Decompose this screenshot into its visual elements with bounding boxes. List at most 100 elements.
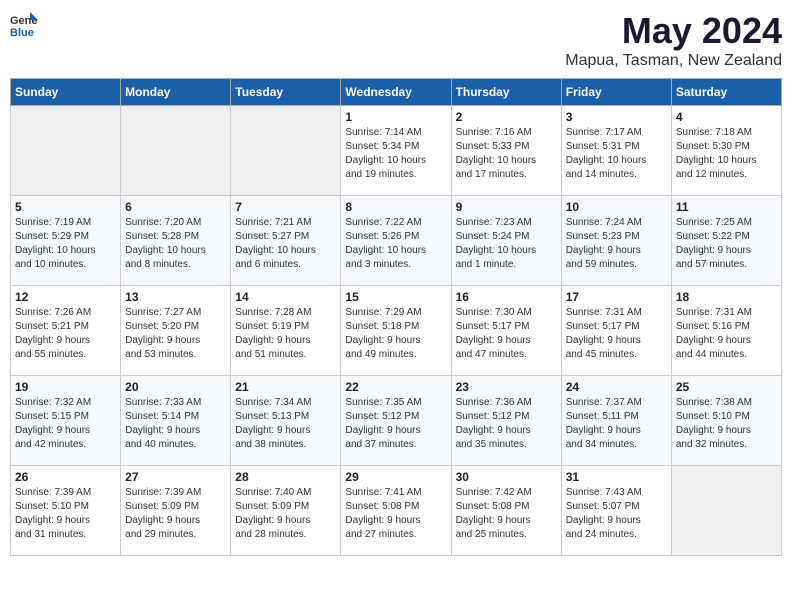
day-info: Sunrise: 7:31 AM Sunset: 5:17 PM Dayligh… [566,306,667,362]
day-number: 17 [566,290,667,304]
svg-text:Blue: Blue [10,27,34,38]
day-info: Sunrise: 7:17 AM Sunset: 5:31 PM Dayligh… [566,126,667,182]
calendar-week-row: 12 Sunrise: 7:26 AM Sunset: 5:21 PM Dayli… [11,286,782,376]
day-number: 26 [15,470,116,484]
calendar-day-cell: 19Sunrise: 7:32 AM Sunset: 5:15 PM Dayli… [11,376,121,466]
calendar-day-cell: 30Sunrise: 7:42 AM Sunset: 5:08 PM Dayli… [451,466,561,556]
calendar-week-row: 1Sunrise: 7:14 AM Sunset: 5:34 PM Daylig… [11,106,782,196]
calendar-day-cell: 23Sunrise: 7:36 AM Sunset: 5:12 PM Dayli… [451,376,561,466]
calendar-day-cell: 5 Sunrise: 7:19 AM Sunset: 5:29 PM Daylig… [11,196,121,286]
day-info: Sunrise: 7:20 AM Sunset: 5:28 PM Dayligh… [125,216,226,272]
day-number: 6 [125,200,226,214]
day-number: 9 [456,200,557,214]
day-number: 12 [15,290,116,304]
day-info: Sunrise: 7:43 AM Sunset: 5:07 PM Dayligh… [566,486,667,542]
calendar-body: 1Sunrise: 7:14 AM Sunset: 5:34 PM Daylig… [11,106,782,556]
day-info: Sunrise: 7:25 AM Sunset: 5:22 PM Dayligh… [676,216,777,272]
day-number: 5 [15,200,116,214]
day-number: 24 [566,380,667,394]
title-area: May 2024 Mapua, Tasman, New Zealand [565,10,782,70]
calendar-day-cell [121,106,231,196]
day-info: Sunrise: 7:41 AM Sunset: 5:08 PM Dayligh… [345,486,446,542]
day-info: Sunrise: 7:16 AM Sunset: 5:33 PM Dayligh… [456,126,557,182]
day-info: Sunrise: 7:19 AM Sunset: 5:29 PM Dayligh… [15,216,116,272]
calendar-day-cell [11,106,121,196]
calendar-day-cell: 6 Sunrise: 7:20 AM Sunset: 5:28 PM Daylig… [121,196,231,286]
day-number: 15 [345,290,446,304]
day-number: 10 [566,200,667,214]
calendar-day-cell: 16 Sunrise: 7:30 AM Sunset: 5:17 PM Dayli… [451,286,561,376]
calendar-day-cell: 12 Sunrise: 7:26 AM Sunset: 5:21 PM Dayli… [11,286,121,376]
day-number: 11 [676,200,777,214]
calendar-day-cell [231,106,341,196]
calendar-day-cell: 18 Sunrise: 7:31 AM Sunset: 5:16 PM Dayli… [671,286,781,376]
day-info: Sunrise: 7:22 AM Sunset: 5:26 PM Dayligh… [345,216,446,272]
day-info: Sunrise: 7:29 AM Sunset: 5:18 PM Dayligh… [345,306,446,362]
day-number: 21 [235,380,336,394]
day-info: Sunrise: 7:24 AM Sunset: 5:23 PM Dayligh… [566,216,667,272]
day-number: 28 [235,470,336,484]
weekday-header-cell: Tuesday [231,79,341,106]
calendar-day-cell: 7 Sunrise: 7:21 AM Sunset: 5:27 PM Daylig… [231,196,341,286]
day-info: Sunrise: 7:38 AM Sunset: 5:10 PM Dayligh… [676,396,777,452]
day-info: Sunrise: 7:35 AM Sunset: 5:12 PM Dayligh… [345,396,446,452]
day-number: 20 [125,380,226,394]
day-number: 4 [676,110,777,124]
calendar-week-row: 26Sunrise: 7:39 AM Sunset: 5:10 PM Dayli… [11,466,782,556]
calendar-day-cell: 10 Sunrise: 7:24 AM Sunset: 5:23 PM Dayli… [561,196,671,286]
calendar-day-cell: 20 Sunrise: 7:33 AM Sunset: 5:14 PM Dayli… [121,376,231,466]
calendar-day-cell: 14 Sunrise: 7:28 AM Sunset: 5:19 PM Dayli… [231,286,341,376]
day-info: Sunrise: 7:18 AM Sunset: 5:30 PM Dayligh… [676,126,777,182]
day-info: Sunrise: 7:26 AM Sunset: 5:21 PM Dayligh… [15,306,116,362]
logo: General Blue [10,10,38,38]
day-number: 7 [235,200,336,214]
calendar-table: SundayMondayTuesdayWednesdayThursdayFrid… [10,78,782,556]
day-number: 16 [456,290,557,304]
day-number: 22 [345,380,446,394]
calendar-week-row: 19Sunrise: 7:32 AM Sunset: 5:15 PM Dayli… [11,376,782,466]
calendar-day-cell: 4 Sunrise: 7:18 AM Sunset: 5:30 PM Daylig… [671,106,781,196]
calendar-day-cell: 22 Sunrise: 7:35 AM Sunset: 5:12 PM Dayli… [341,376,451,466]
weekday-header-row: SundayMondayTuesdayWednesdayThursdayFrid… [11,79,782,106]
day-info: Sunrise: 7:23 AM Sunset: 5:24 PM Dayligh… [456,216,557,272]
calendar-day-cell: 24 Sunrise: 7:37 AM Sunset: 5:11 PM Dayli… [561,376,671,466]
day-info: Sunrise: 7:27 AM Sunset: 5:20 PM Dayligh… [125,306,226,362]
weekday-header-cell: Sunday [11,79,121,106]
logo-icon: General Blue [10,10,38,38]
day-number: 23 [456,380,557,394]
calendar-day-cell: 28 Sunrise: 7:40 AM Sunset: 5:09 PM Dayli… [231,466,341,556]
day-number: 14 [235,290,336,304]
calendar-day-cell: 27Sunrise: 7:39 AM Sunset: 5:09 PM Dayli… [121,466,231,556]
day-number: 30 [456,470,557,484]
day-info: Sunrise: 7:40 AM Sunset: 5:09 PM Dayligh… [235,486,336,542]
day-number: 31 [566,470,667,484]
day-number: 3 [566,110,667,124]
day-number: 2 [456,110,557,124]
day-info: Sunrise: 7:28 AM Sunset: 5:19 PM Dayligh… [235,306,336,362]
day-info: Sunrise: 7:31 AM Sunset: 5:16 PM Dayligh… [676,306,777,362]
weekday-header-cell: Friday [561,79,671,106]
calendar-day-cell: 25 Sunrise: 7:38 AM Sunset: 5:10 PM Dayli… [671,376,781,466]
calendar-day-cell: 3 Sunrise: 7:17 AM Sunset: 5:31 PM Daylig… [561,106,671,196]
day-number: 25 [676,380,777,394]
day-info: Sunrise: 7:30 AM Sunset: 5:17 PM Dayligh… [456,306,557,362]
calendar-day-cell: 17 Sunrise: 7:31 AM Sunset: 5:17 PM Dayli… [561,286,671,376]
calendar-day-cell: 9 Sunrise: 7:23 AM Sunset: 5:24 PM Daylig… [451,196,561,286]
day-info: Sunrise: 7:37 AM Sunset: 5:11 PM Dayligh… [566,396,667,452]
day-number: 29 [345,470,446,484]
day-number: 18 [676,290,777,304]
day-number: 8 [345,200,446,214]
calendar-week-row: 5 Sunrise: 7:19 AM Sunset: 5:29 PM Daylig… [11,196,782,286]
location-title: Mapua, Tasman, New Zealand [565,52,782,70]
calendar-day-cell: 2 Sunrise: 7:16 AM Sunset: 5:33 PM Daylig… [451,106,561,196]
calendar-day-cell [671,466,781,556]
month-title: May 2024 [565,10,782,52]
day-number: 27 [125,470,226,484]
day-info: Sunrise: 7:21 AM Sunset: 5:27 PM Dayligh… [235,216,336,272]
calendar-day-cell: 15 Sunrise: 7:29 AM Sunset: 5:18 PM Dayli… [341,286,451,376]
day-info: Sunrise: 7:33 AM Sunset: 5:14 PM Dayligh… [125,396,226,452]
weekday-header-cell: Monday [121,79,231,106]
calendar-day-cell: 29 Sunrise: 7:41 AM Sunset: 5:08 PM Dayli… [341,466,451,556]
calendar-day-cell: 1Sunrise: 7:14 AM Sunset: 5:34 PM Daylig… [341,106,451,196]
day-number: 19 [15,380,116,394]
